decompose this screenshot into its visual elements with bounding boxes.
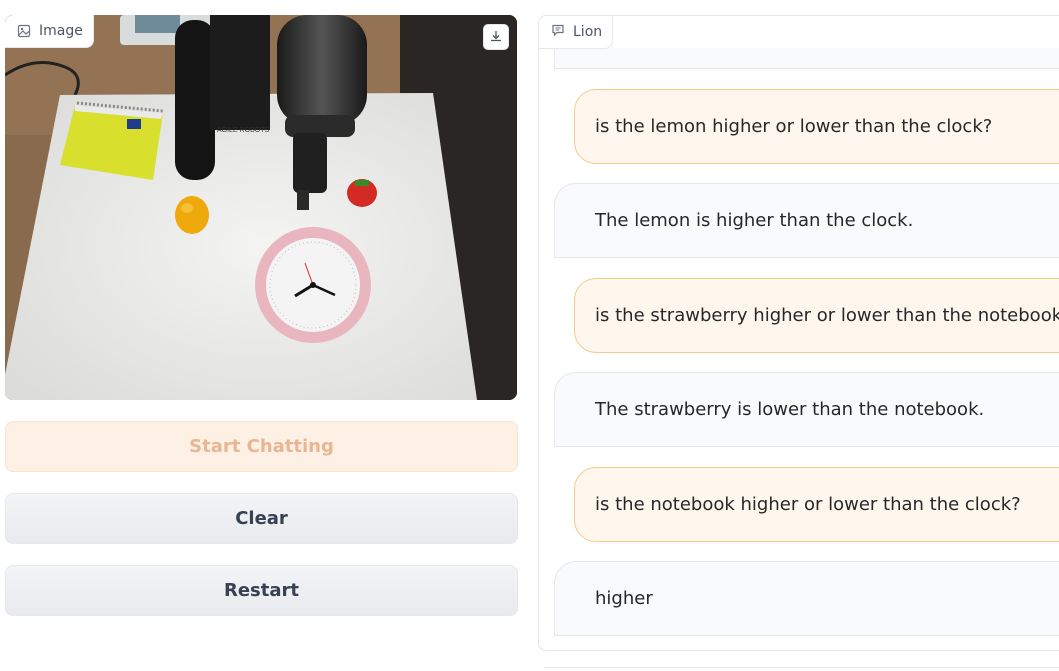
start-chatting-button[interactable]: Start Chatting <box>5 421 518 472</box>
user-message: is the strawberry higher or lower than t… <box>574 278 1059 353</box>
image-label: Image <box>5 15 94 48</box>
chatbot-panel[interactable]: Lion is the lemon higher or lower than t… <box>538 15 1059 651</box>
previous-message-stub <box>554 48 1059 69</box>
image-label-text: Image <box>39 23 83 39</box>
restart-button[interactable]: Restart <box>5 565 518 616</box>
image-panel: AGILE ROBOTS Image <box>5 15 517 400</box>
divider <box>544 667 1059 671</box>
image-icon <box>17 24 31 38</box>
photo-text: AGILE ROBOTS <box>217 127 269 134</box>
robot-scene-image: AGILE ROBOTS <box>5 15 517 400</box>
clear-button[interactable]: Clear <box>5 493 518 544</box>
chatbot-label: Lion <box>539 16 614 49</box>
bot-message: The strawberry is lower than the noteboo… <box>554 372 1059 447</box>
user-message: is the notebook higher or lower than the… <box>574 467 1059 542</box>
bot-message: The lemon is higher than the clock. <box>554 183 1059 258</box>
chat-icon <box>551 23 565 41</box>
user-message: is the lemon higher or lower than the cl… <box>574 89 1059 164</box>
chatbot-label-text: Lion <box>573 24 603 40</box>
download-icon <box>489 28 503 47</box>
download-button[interactable] <box>483 24 509 50</box>
bot-message: higher <box>554 561 1059 636</box>
